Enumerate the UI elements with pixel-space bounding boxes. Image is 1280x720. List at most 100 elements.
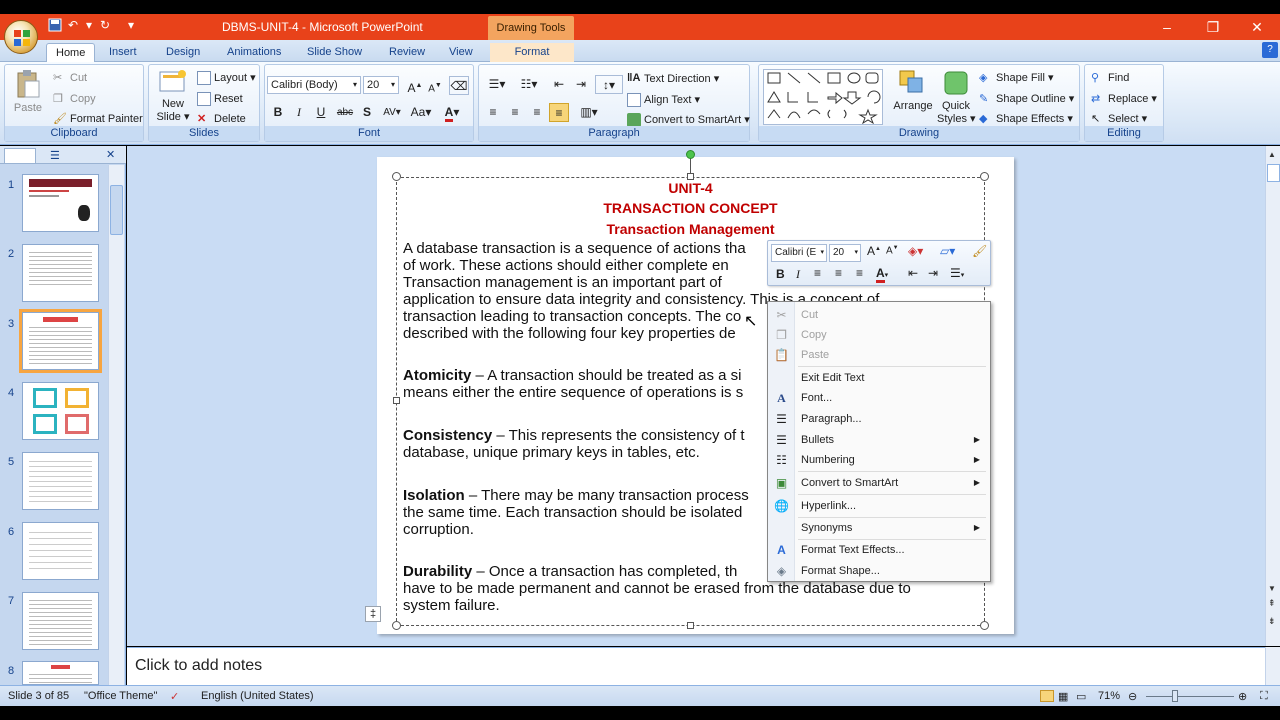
minimize-button[interactable]: –: [1152, 17, 1182, 37]
mini-shrink-font-icon[interactable]: A▼: [886, 245, 899, 256]
customize-qat-icon[interactable]: ▾: [128, 18, 134, 36]
menu-item-font[interactable]: A Font...: [768, 388, 990, 408]
slide-thumbnail-8[interactable]: [22, 661, 99, 685]
mini-italic-icon[interactable]: I: [796, 267, 800, 282]
font-size-combo[interactable]: 20 ▾: [363, 76, 399, 94]
rotate-handle[interactable]: [686, 150, 695, 159]
mini-align-center-icon[interactable]: ≡: [835, 266, 842, 280]
close-pane-icon[interactable]: ✕: [106, 148, 115, 161]
decrease-indent-icon[interactable]: ⇤: [549, 75, 569, 94]
mini-bullets-icon[interactable]: ☰▾: [950, 266, 964, 280]
italic-icon[interactable]: I: [289, 103, 309, 122]
line-spacing-icon[interactable]: ↕▾: [595, 75, 623, 94]
bold-icon[interactable]: B: [268, 103, 288, 122]
slides-pane-scrollbar[interactable]: [108, 165, 124, 685]
mini-font-combo[interactable]: Calibri (E ▾: [771, 244, 827, 262]
shape-outline-button[interactable]: ✎ Shape Outline ▾: [979, 92, 1074, 106]
strikethrough-icon[interactable]: abc: [335, 103, 355, 122]
reset-button[interactable]: Reset: [197, 92, 243, 106]
mini-format-painter-icon[interactable]: 🖌: [972, 244, 987, 258]
copy-button[interactable]: ❐ Copy: [53, 92, 96, 106]
slide-thumbnail-6[interactable]: [22, 522, 99, 580]
tab-slide-show[interactable]: Slide Show: [298, 43, 371, 62]
mini-align-left-icon[interactable]: ≡: [814, 266, 821, 280]
mini-align-right-icon[interactable]: ≡: [856, 266, 863, 280]
spellcheck-icon[interactable]: ✓: [170, 690, 179, 703]
tab-view[interactable]: View: [440, 43, 482, 62]
outline-tab-icon[interactable]: ☰: [50, 149, 60, 162]
numbering-icon[interactable]: ☷▾: [515, 75, 543, 94]
undo-dropdown-icon[interactable]: ▾: [86, 18, 92, 36]
underline-icon[interactable]: U: [311, 103, 331, 122]
mini-highlight-icon[interactable]: ◈▾: [908, 244, 923, 258]
mini-size-combo[interactable]: 20 ▾: [829, 244, 861, 262]
arrange-button[interactable]: Arrange: [891, 69, 935, 127]
font-name-combo[interactable]: Calibri (Body) ▾: [267, 76, 361, 94]
slide-thumbnail-1[interactable]: [22, 174, 99, 232]
mini-line-color-icon[interactable]: ▱▾: [940, 244, 955, 258]
shape-fill-button[interactable]: ◈ Shape Fill ▾: [979, 71, 1054, 85]
font-color-icon[interactable]: A▾: [439, 103, 465, 122]
menu-item-paste[interactable]: 📋 Paste: [768, 345, 990, 365]
resize-handle-nw[interactable]: [392, 172, 401, 181]
slide-sorter-icon[interactable]: ▦: [1058, 690, 1068, 703]
shrink-font-icon[interactable]: A▼: [425, 76, 445, 95]
align-left-icon[interactable]: ≡: [483, 103, 503, 122]
slide-thumbnail-5[interactable]: [22, 452, 99, 510]
redo-icon[interactable]: ↻: [100, 18, 110, 36]
shadow-icon[interactable]: S: [357, 103, 377, 122]
next-slide-icon[interactable]: ⇟: [1268, 616, 1276, 627]
align-right-icon[interactable]: ≡: [527, 103, 547, 122]
close-button[interactable]: ✕: [1242, 17, 1272, 37]
tab-format[interactable]: Format: [490, 43, 574, 62]
paste-button[interactable]: Paste: [11, 69, 45, 121]
notes-scrollbar[interactable]: [1265, 647, 1280, 685]
text-direction-button[interactable]: ‖A Text Direction ▾: [627, 72, 719, 86]
undo-icon[interactable]: ↶: [68, 18, 78, 36]
language-indicator[interactable]: English (United States): [201, 690, 314, 702]
select-button[interactable]: ↖ Select ▾: [1091, 112, 1147, 126]
notes-pane[interactable]: Click to add notes: [127, 647, 1267, 685]
menu-item-numbering[interactable]: ☷ Numbering ▶: [768, 450, 990, 470]
menu-item-format-text-effects[interactable]: A Format Text Effects...: [768, 540, 990, 560]
menu-item-exit-edit-text[interactable]: Exit Edit Text: [768, 368, 990, 388]
increase-indent-icon[interactable]: ⇥: [571, 75, 591, 94]
shapes-gallery[interactable]: [763, 69, 883, 125]
menu-item-copy[interactable]: ❐ Copy: [768, 325, 990, 345]
normal-view-icon[interactable]: [1040, 690, 1054, 702]
menu-item-cut[interactable]: ✂ Cut: [768, 305, 990, 325]
menu-item-bullets[interactable]: ☰ Bullets ▶: [768, 430, 990, 450]
zoom-slider-thumb[interactable]: [1172, 690, 1178, 702]
mini-font-color-icon[interactable]: A▾: [876, 266, 888, 283]
autofit-options-icon[interactable]: ‡: [365, 606, 381, 622]
zoom-in-icon[interactable]: ⊕: [1238, 690, 1247, 703]
mini-grow-font-icon[interactable]: A▲: [867, 244, 881, 258]
find-button[interactable]: ⚲ Find: [1091, 71, 1129, 85]
layout-button[interactable]: Layout ▾: [197, 71, 256, 86]
resize-handle-w[interactable]: [393, 397, 400, 404]
mini-increase-indent-icon[interactable]: ⇥: [928, 266, 938, 280]
resize-handle-s[interactable]: [687, 622, 694, 629]
mini-decrease-indent-icon[interactable]: ⇤: [908, 266, 918, 280]
help-icon[interactable]: ?: [1262, 42, 1278, 58]
format-painter-button[interactable]: 🖌 Format Painter: [53, 112, 143, 126]
change-case-icon[interactable]: Aa▾: [409, 103, 433, 122]
quick-styles-button[interactable]: Quick Styles ▾: [937, 69, 976, 127]
mini-bold-icon[interactable]: B: [776, 267, 785, 281]
clear-formatting-icon[interactable]: ⌫: [449, 76, 469, 95]
menu-item-synonyms[interactable]: Synonyms ▶: [768, 518, 990, 538]
tab-review[interactable]: Review: [380, 43, 434, 62]
tab-home[interactable]: Home: [46, 43, 96, 62]
slide-scrollbar[interactable]: ▲ ▼ ⇞ ⇟: [1265, 146, 1280, 646]
menu-item-convert-smartart[interactable]: ▣ Convert to SmartArt ▶: [768, 473, 990, 493]
zoom-out-icon[interactable]: ⊖: [1128, 690, 1137, 703]
justify-icon[interactable]: ≡: [549, 103, 569, 122]
fit-to-window-icon[interactable]: ⛶: [1260, 690, 1268, 703]
cut-button[interactable]: ✂ Cut: [53, 71, 87, 85]
tab-design[interactable]: Design: [157, 43, 209, 62]
slide-thumbnail-2[interactable]: [22, 244, 99, 302]
columns-icon[interactable]: ▥▾: [575, 103, 603, 122]
delete-button[interactable]: ✕ Delete: [197, 112, 246, 126]
char-spacing-icon[interactable]: AV▾: [379, 103, 405, 122]
shape-effects-button[interactable]: ◆ Shape Effects ▾: [979, 112, 1073, 126]
